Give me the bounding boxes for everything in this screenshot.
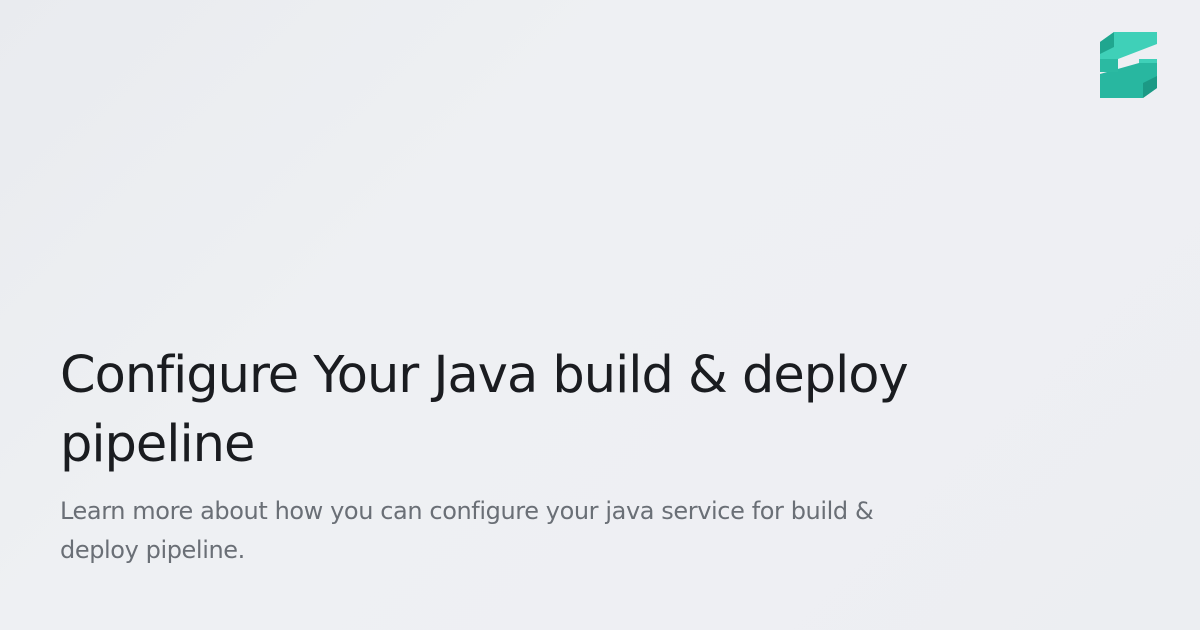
brand-logo-icon: [1100, 32, 1157, 98]
page-description: Learn more about how you can configure y…: [60, 497, 874, 564]
page-title: Configure Your Java build & deploy pipel…: [60, 346, 909, 474]
social-share-card: Configure Your Java build & deploy pipel…: [0, 0, 1200, 630]
